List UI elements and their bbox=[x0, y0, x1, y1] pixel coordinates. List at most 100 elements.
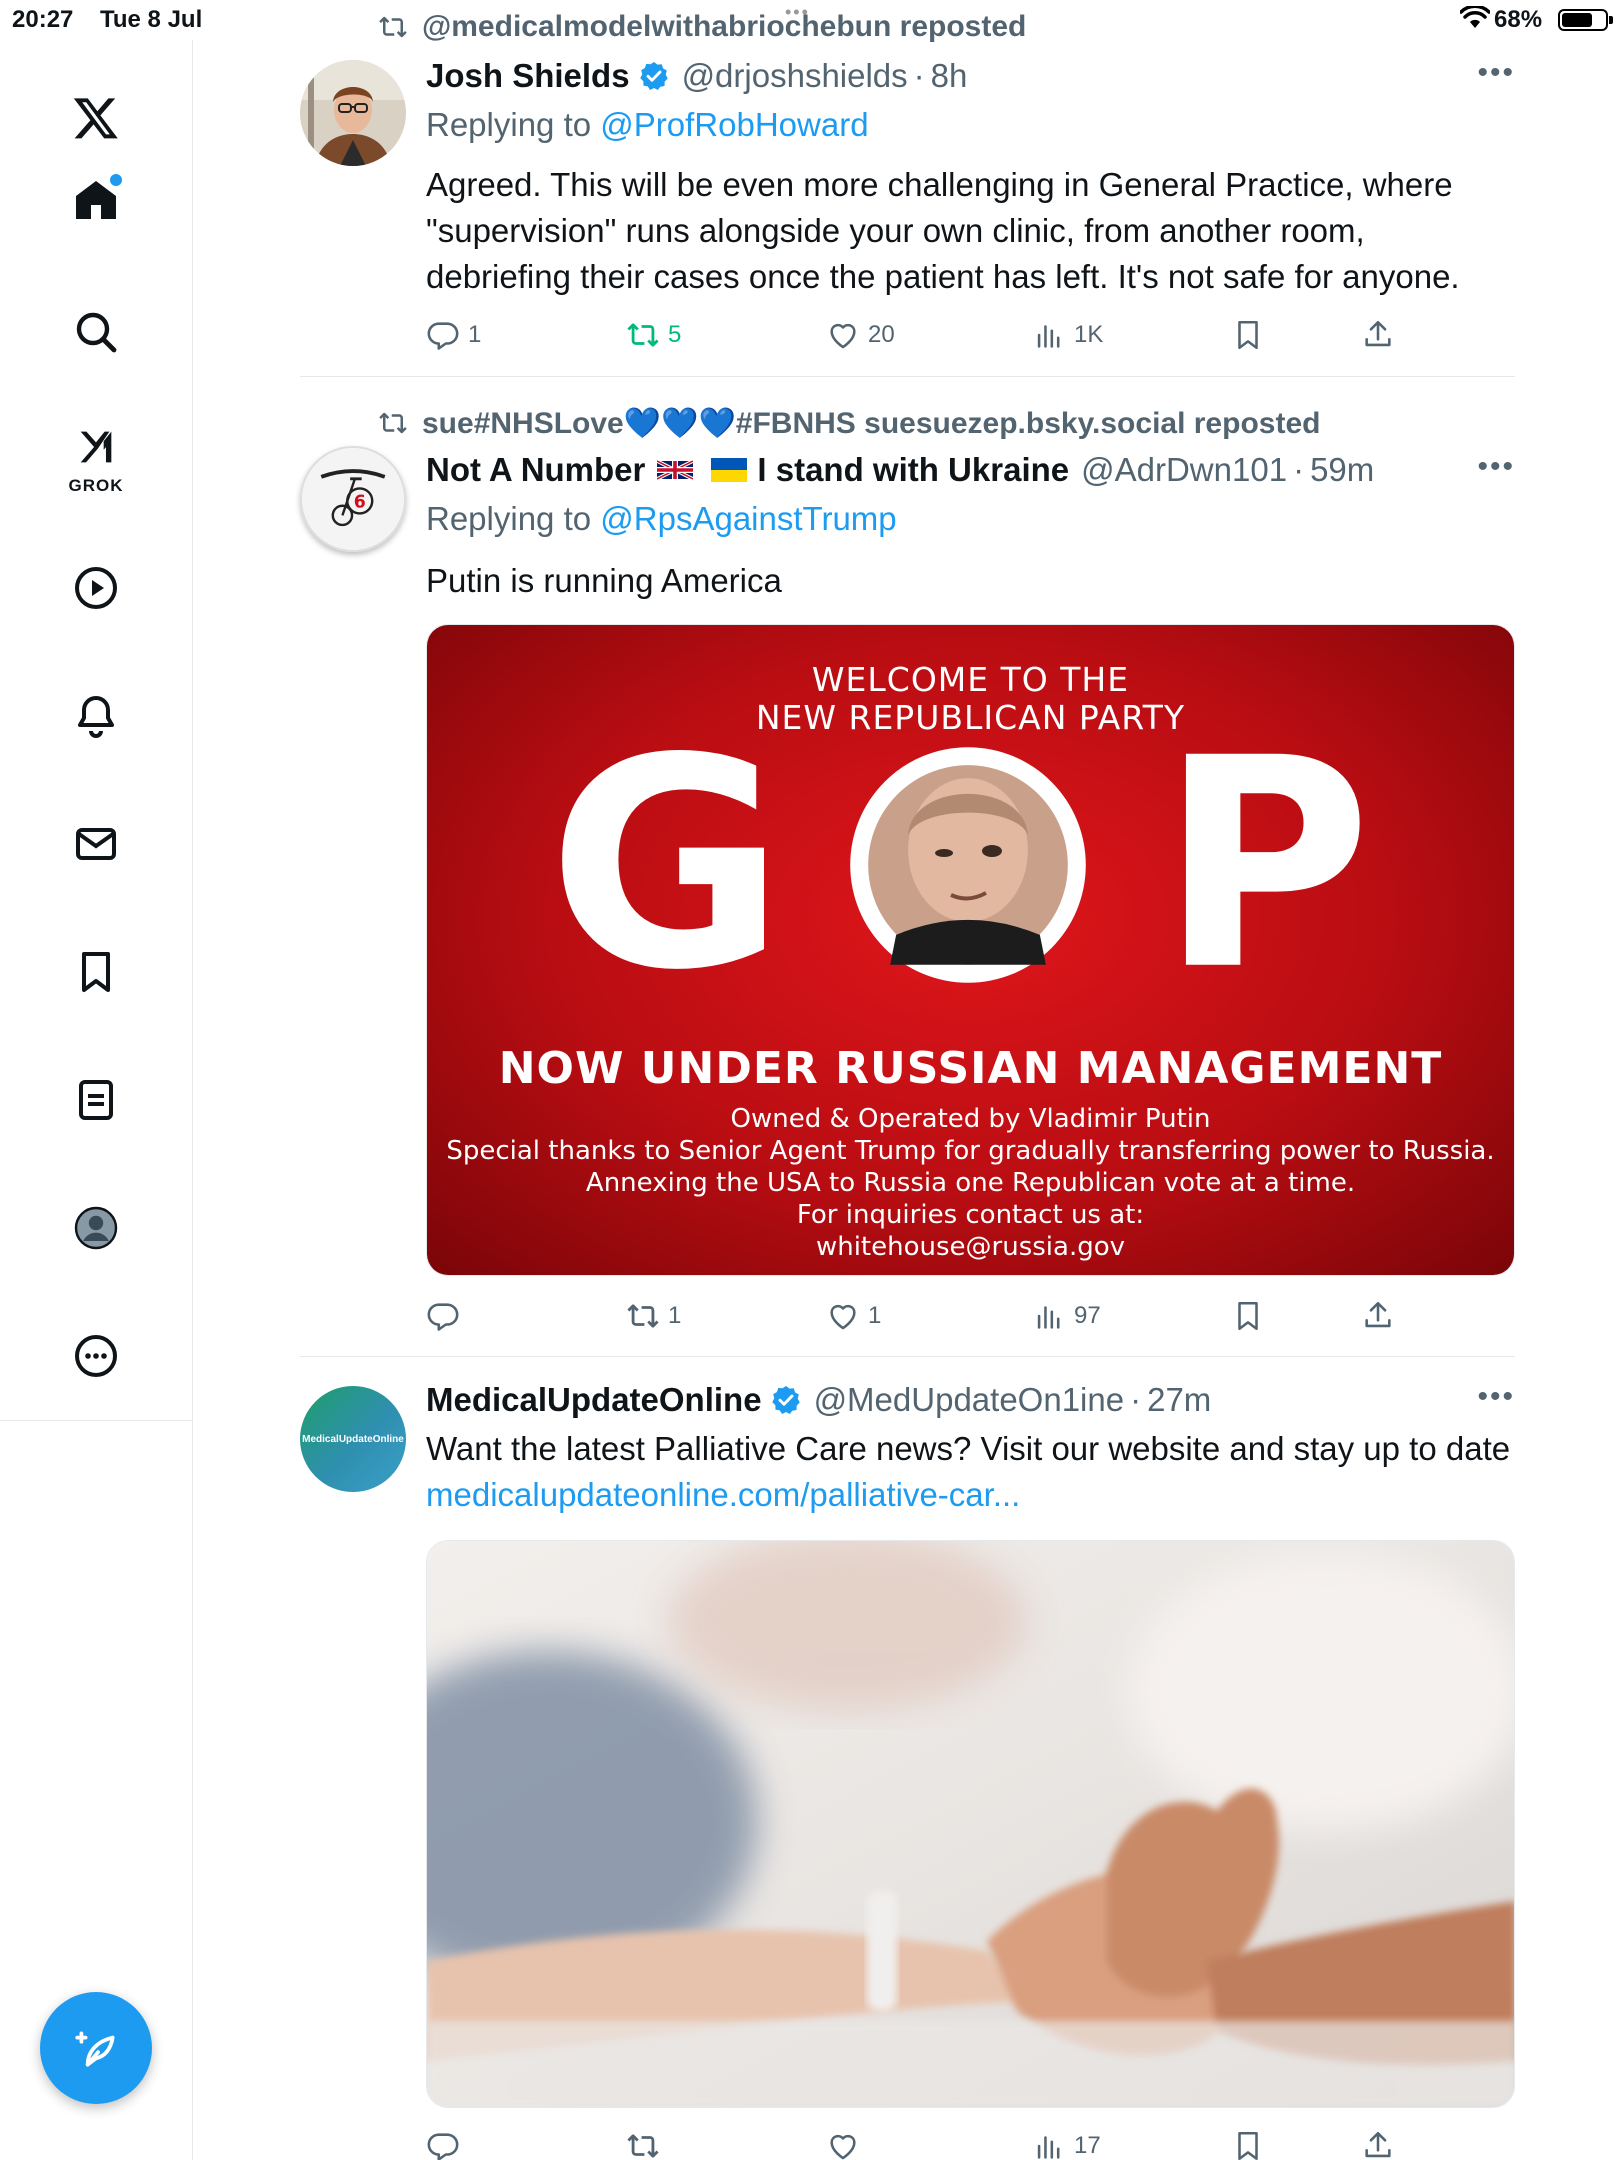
avatar-icon[interactable] bbox=[66, 1198, 126, 1258]
post-header: MedicalUpdateOnline @MedUpdateOn1ine · 2… bbox=[426, 1381, 1212, 1419]
verified-badge-icon[interactable] bbox=[770, 1384, 802, 1416]
like-button[interactable]: 20 bbox=[826, 315, 895, 355]
repost-count: 5 bbox=[668, 321, 682, 348]
more-options-icon[interactable]: ••• bbox=[1475, 452, 1515, 482]
share-button[interactable] bbox=[1361, 2126, 1395, 2160]
bookmark-button[interactable] bbox=[1231, 315, 1265, 355]
repost-context[interactable]: sue#NHSLove💙💙💙#FBNHS suesuezep.bsky.soci… bbox=[378, 406, 1320, 440]
like-count: 20 bbox=[868, 321, 895, 348]
bookmark-icon bbox=[1238, 2131, 1258, 2160]
graphic-headline: NOW UNDER RUSSIAN MANAGEMENT bbox=[498, 1043, 1443, 1094]
view-count: 17 bbox=[1074, 2132, 1101, 2159]
post-text-body: Want the latest Palliative Care news? Vi… bbox=[426, 1430, 1511, 1467]
reply-button[interactable] bbox=[426, 2126, 468, 2160]
repost-context[interactable]: @medicalmodelwithabriochebun reposted bbox=[378, 10, 1026, 44]
display-name[interactable]: MedicalUpdateOnline bbox=[426, 1381, 762, 1419]
views-button[interactable]: 97 bbox=[1032, 1296, 1101, 1336]
timestamp[interactable]: 27m bbox=[1147, 1381, 1211, 1419]
views-icon bbox=[1037, 325, 1060, 348]
reply-icon bbox=[427, 322, 459, 350]
x-logo-icon[interactable] bbox=[66, 88, 126, 148]
reply-count: 1 bbox=[468, 321, 482, 348]
bookmark-icon bbox=[1238, 1301, 1258, 1331]
share-button[interactable] bbox=[1361, 1296, 1395, 1336]
list-icon[interactable] bbox=[66, 1070, 126, 1130]
post-image[interactable]: WELCOME TO THE NEW REPUBLICAN PARTY G P … bbox=[426, 624, 1515, 1276]
avatar-label: MedicalUpdateOnline bbox=[302, 1433, 404, 1445]
share-icon bbox=[1365, 1301, 1391, 1328]
grok-label: GROK bbox=[68, 476, 124, 495]
post-image[interactable] bbox=[426, 1540, 1515, 2108]
mail-icon[interactable] bbox=[66, 814, 126, 874]
repost-button[interactable] bbox=[626, 2126, 668, 2160]
timestamp[interactable]: 8h bbox=[931, 57, 968, 95]
handle[interactable]: @AdrDwn101 bbox=[1081, 451, 1287, 489]
bookmark-button[interactable] bbox=[1231, 2126, 1265, 2160]
search-icon[interactable] bbox=[66, 302, 126, 362]
wifi-icon bbox=[1459, 4, 1491, 37]
mention-link[interactable]: @RpsAgainstTrump bbox=[600, 500, 896, 537]
like-button[interactable] bbox=[826, 2126, 868, 2160]
replying-to-prefix: Replying to bbox=[426, 106, 592, 143]
display-name[interactable]: Not A Number bbox=[426, 451, 645, 489]
grok-icon[interactable]: GROK bbox=[66, 424, 126, 504]
handle[interactable]: @MedUpdateOn1ine bbox=[814, 1381, 1125, 1419]
more-options-icon[interactable]: ••• bbox=[1475, 1382, 1515, 1412]
compose-icon bbox=[75, 2031, 115, 2067]
reply-icon bbox=[427, 2133, 459, 2160]
battery-percent: 68% bbox=[1494, 6, 1543, 33]
compose-button[interactable] bbox=[40, 1992, 152, 2104]
view-count: 97 bbox=[1074, 1302, 1101, 1329]
more-options-icon[interactable]: ••• bbox=[1475, 58, 1515, 88]
svg-text:6: 6 bbox=[354, 493, 366, 513]
share-button[interactable] bbox=[1361, 315, 1395, 355]
repost-count: 1 bbox=[668, 1302, 682, 1329]
bookmark-icon[interactable] bbox=[66, 942, 126, 1002]
repost-icon bbox=[379, 16, 407, 38]
verified-badge-icon[interactable] bbox=[638, 60, 670, 92]
post-actions: 1 5 20 1K bbox=[426, 315, 1515, 355]
avatar[interactable]: 6 bbox=[300, 446, 406, 552]
reply-button[interactable] bbox=[426, 1296, 468, 1336]
graphic-letter-g: G bbox=[548, 735, 786, 985]
share-icon bbox=[1365, 2131, 1391, 2158]
avatar[interactable] bbox=[300, 60, 406, 166]
post-link[interactable]: medicalupdateonline.com/palliative-car..… bbox=[426, 1476, 1020, 1513]
views-icon bbox=[1037, 2136, 1060, 2159]
play-icon[interactable] bbox=[66, 558, 126, 618]
home-icon[interactable] bbox=[66, 170, 126, 230]
timestamp[interactable]: 59m bbox=[1310, 451, 1374, 489]
post-divider bbox=[300, 376, 1515, 377]
heart-icon bbox=[830, 2134, 856, 2160]
like-button[interactable]: 1 bbox=[826, 1296, 881, 1336]
post-text: Want the latest Palliative Care news? Vi… bbox=[426, 1426, 1516, 1518]
views-button[interactable]: 1K bbox=[1032, 315, 1103, 355]
bookmark-button[interactable] bbox=[1231, 1296, 1265, 1336]
repost-context-text: sue#NHSLove💙💙💙#FBNHS suesuezep.bsky.soci… bbox=[422, 406, 1321, 440]
repost-button[interactable]: 5 bbox=[626, 315, 681, 355]
repost-icon bbox=[627, 323, 659, 347]
graphic-letter-p: P bbox=[1159, 735, 1371, 985]
display-name-suffix[interactable]: I stand with Ukraine bbox=[757, 451, 1069, 489]
home-notification-dot bbox=[110, 174, 122, 186]
handle[interactable]: @drjoshshields bbox=[682, 57, 908, 95]
bookmark-icon bbox=[1238, 320, 1258, 350]
heart-icon bbox=[830, 1304, 856, 1330]
gop-graphic: WELCOME TO THE NEW REPUBLICAN PARTY G P … bbox=[427, 625, 1514, 1275]
reply-button[interactable]: 1 bbox=[426, 315, 481, 355]
post-actions: 1 1 97 bbox=[426, 1296, 1515, 1336]
repost-icon bbox=[379, 412, 407, 434]
heart-icon bbox=[830, 323, 856, 349]
more-icon[interactable] bbox=[66, 1326, 126, 1386]
graphic-welcome: WELCOME TO THE NEW REPUBLICAN PARTY bbox=[755, 660, 1186, 737]
replying-to-prefix: Replying to bbox=[426, 500, 592, 537]
bell-icon[interactable] bbox=[66, 686, 126, 746]
sidebar-separator bbox=[0, 1420, 193, 1421]
repost-button[interactable]: 1 bbox=[626, 1296, 681, 1336]
status-date: Tue 8 Jul bbox=[100, 6, 203, 33]
mention-link[interactable]: @ProfRobHoward bbox=[600, 106, 868, 143]
views-button[interactable]: 17 bbox=[1032, 2126, 1101, 2160]
avatar[interactable]: MedicalUpdateOnline bbox=[300, 1386, 406, 1492]
display-name[interactable]: Josh Shields bbox=[426, 57, 630, 95]
gop-letters: G P bbox=[548, 735, 1372, 985]
